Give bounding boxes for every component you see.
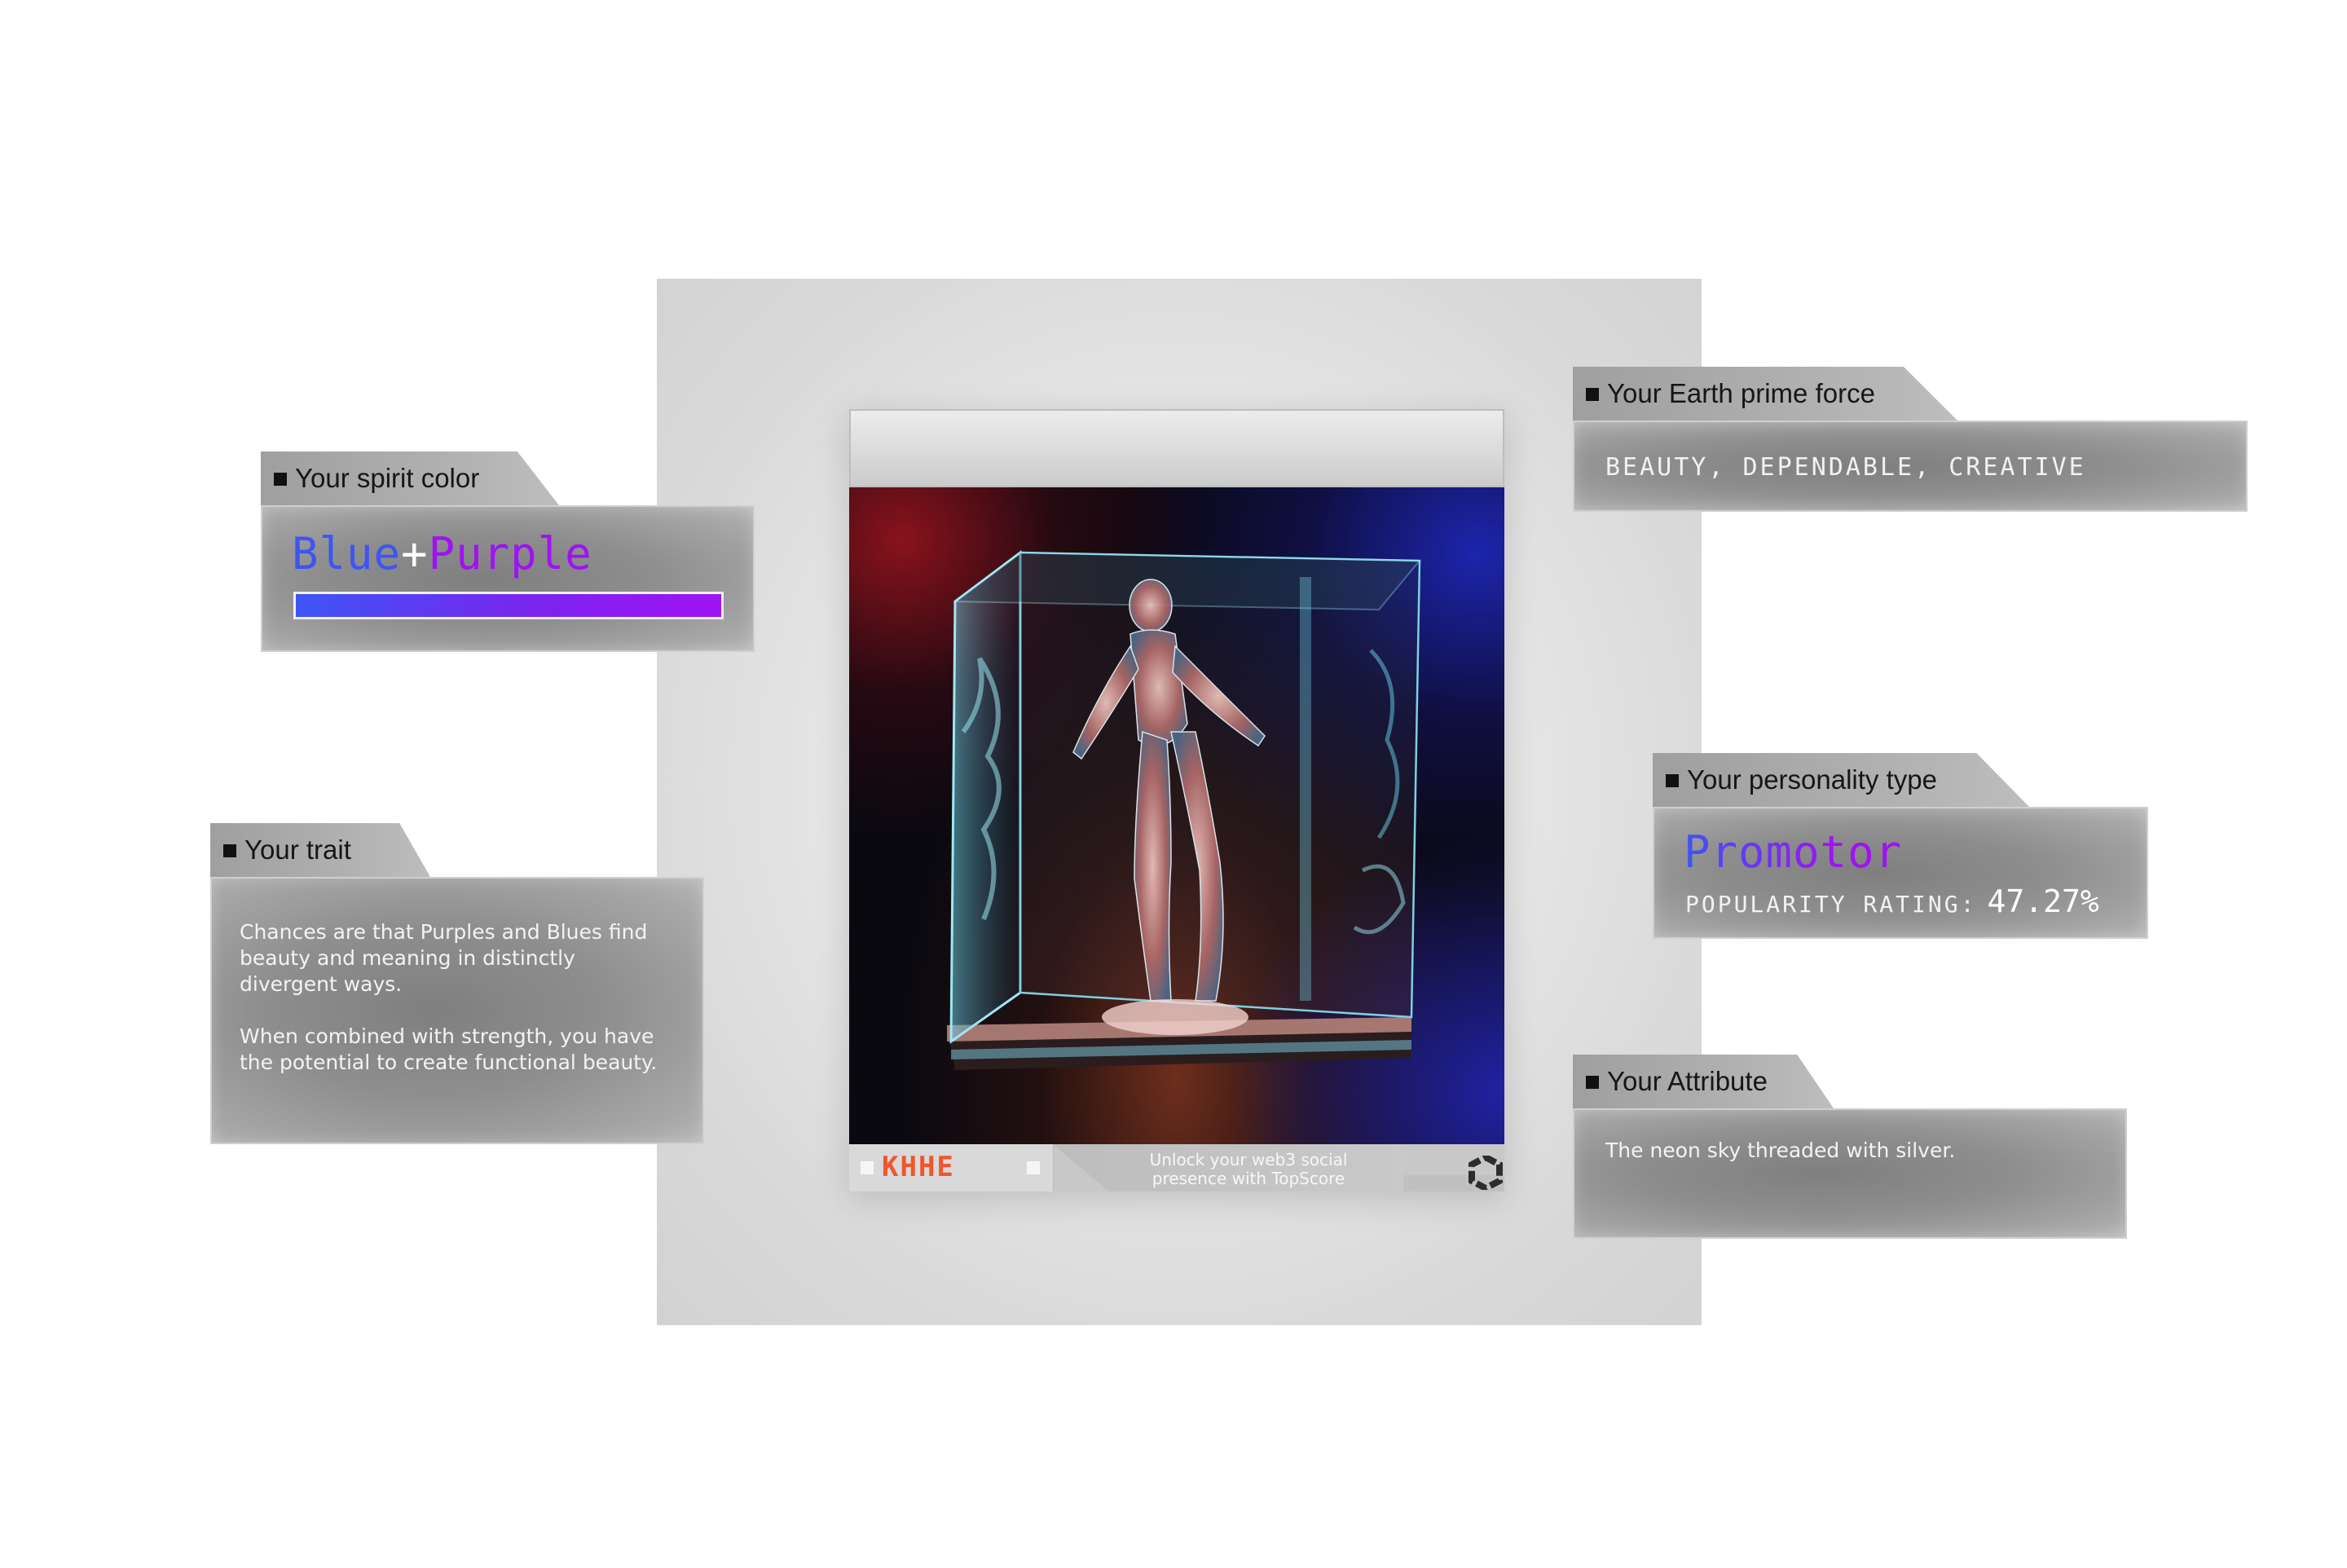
trait-paragraph-2: When combined with strength, you have th… — [240, 1024, 658, 1074]
trait-tab: Your trait — [210, 823, 430, 877]
spirit-color-gradient-bar — [293, 592, 724, 619]
earth-prime-force-panel: BEAUTY, DEPENDABLE, CREATIVE — [1573, 421, 2248, 512]
spirit-color-panel: Blue+Purple — [261, 505, 755, 652]
bullet-square-icon — [1666, 774, 1679, 787]
trait-label: Your trait — [244, 835, 351, 865]
bullet-square-icon — [1586, 1076, 1599, 1089]
card-top-bar — [849, 409, 1504, 487]
attribute-panel: The neon sky threaded with silver. — [1573, 1108, 2127, 1239]
personality-type-panel: Promotor POPULARITY RATING: 47.27% — [1653, 807, 2148, 939]
bullet-square-icon — [223, 844, 236, 857]
spirit-color-label: Your spirit color — [295, 463, 480, 493]
earth-prime-force-label: Your Earth prime force — [1607, 378, 1875, 408]
nft-card: KHHE Unlock your web3 social presence wi… — [849, 409, 1504, 1191]
artwork-image — [849, 487, 1504, 1144]
trait-panel: Chances are that Purples and Blues find … — [210, 877, 704, 1144]
glass-figure-illustration — [947, 550, 1422, 1070]
hexagon-ring-icon — [1469, 1156, 1503, 1190]
brand-logo-text: KHHE — [882, 1151, 955, 1183]
spirit-color-b: Purple — [428, 528, 592, 579]
popularity-rating: POPULARITY RATING: 47.27% — [1685, 883, 2099, 919]
earth-prime-force-tab: Your Earth prime force — [1573, 367, 1957, 421]
brand-block: KHHE — [849, 1144, 1054, 1191]
card-footer: KHHE Unlock your web3 social presence wi… — [849, 1144, 1504, 1191]
attribute-label: Your Attribute — [1607, 1066, 1768, 1096]
brand-square-left — [861, 1161, 874, 1174]
spirit-color-a: Blue — [292, 528, 402, 579]
personality-type-tab: Your personality type — [1653, 753, 2029, 807]
attribute-value: The neon sky threaded with silver. — [1605, 1139, 1956, 1162]
earth-prime-force-value: BEAUTY, DEPENDABLE, CREATIVE — [1605, 453, 2086, 482]
bullet-square-icon — [274, 473, 287, 486]
personality-type-value: Promotor — [1684, 826, 1903, 878]
brand-square-right — [1027, 1161, 1040, 1174]
footer-message: Unlock your web3 social presence with To… — [1149, 1150, 1348, 1188]
spirit-color-value: Blue+Purple — [292, 528, 592, 579]
attribute-tab: Your Attribute — [1573, 1055, 1834, 1108]
bullet-square-icon — [1586, 388, 1599, 401]
popularity-rating-label: POPULARITY RATING: — [1685, 891, 1977, 918]
spirit-color-tab: Your spirit color — [261, 451, 559, 505]
personality-type-label: Your personality type — [1687, 764, 1937, 795]
popularity-rating-value: 47.27% — [1987, 883, 2099, 919]
trait-paragraph-1: Chances are that Purples and Blues find … — [240, 920, 648, 996]
spirit-color-plus: + — [401, 528, 429, 579]
